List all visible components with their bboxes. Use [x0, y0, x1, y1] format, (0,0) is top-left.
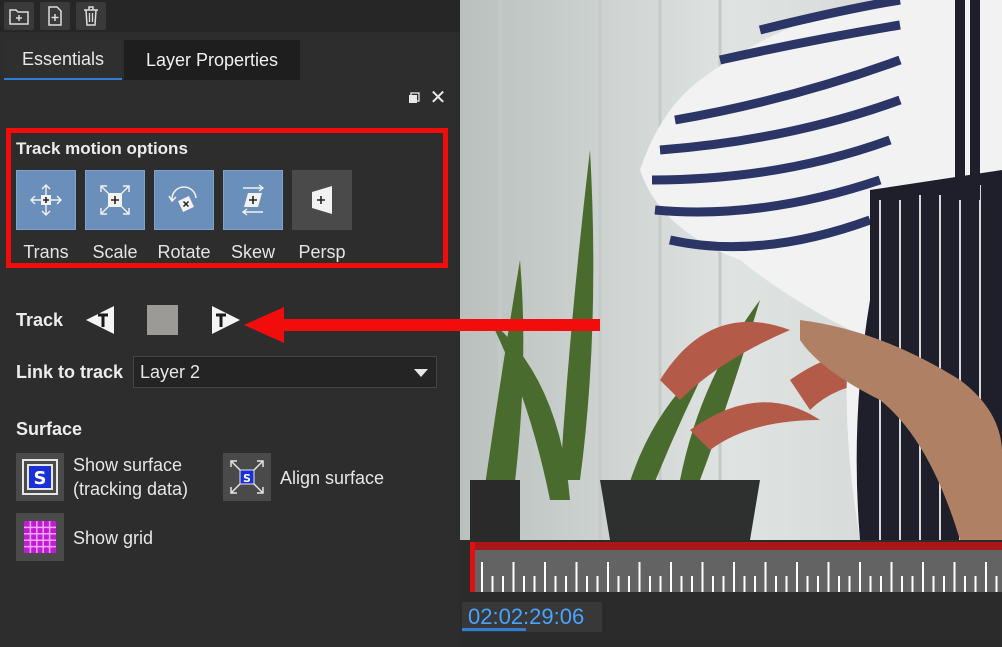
top-toolbar: [0, 0, 460, 32]
new-folder-icon: [9, 9, 29, 25]
new-file-icon: [48, 6, 62, 26]
align-surface-label[interactable]: Align surface: [280, 466, 384, 490]
trash-icon: [84, 6, 98, 26]
perspective-icon: [312, 186, 332, 214]
show-surface-text: Show surface: [73, 455, 183, 475]
scale-label: Scale: [92, 242, 138, 262]
rotate-button[interactable]: [154, 170, 214, 230]
new-folder-button[interactable]: [4, 2, 34, 30]
track-stop-button[interactable]: [147, 305, 178, 335]
timeline-ruler[interactable]: [470, 542, 1002, 592]
video-preview[interactable]: [460, 0, 1002, 540]
skew-button[interactable]: [223, 170, 283, 230]
track-label: Track: [16, 310, 64, 330]
timeline[interactable]: 02:02:29:06: [460, 540, 1002, 647]
svg-text:S: S: [34, 468, 47, 489]
video-frame-image: [460, 0, 1002, 540]
rotate-icon: [168, 186, 197, 212]
svg-text:S: S: [243, 472, 251, 485]
close-panel-icon[interactable]: ✕: [429, 88, 447, 108]
grid-icon: [24, 521, 56, 553]
dock-panel-icon[interactable]: [408, 92, 420, 104]
tab-layer-properties[interactable]: Layer Properties: [124, 40, 300, 80]
delete-button[interactable]: [76, 2, 106, 30]
track-forward-icon[interactable]: [208, 304, 242, 336]
surface-s-icon: S: [22, 459, 58, 495]
annotation-arrow: [244, 307, 600, 343]
new-file-button[interactable]: [40, 2, 70, 30]
skew-label: Skew: [230, 242, 275, 262]
perspective-button[interactable]: [292, 170, 352, 230]
surface-label: Surface: [16, 419, 83, 439]
track-backward-icon[interactable]: [84, 304, 118, 336]
link-to-track-value: Layer 2: [140, 362, 201, 382]
chevron-down-icon: [414, 369, 428, 377]
translate-label: Trans: [23, 242, 69, 262]
align-surface-button[interactable]: S: [223, 453, 271, 501]
translate-icon: [30, 184, 62, 216]
link-to-track-label: Link to track: [16, 362, 124, 382]
link-to-track-select[interactable]: Layer 2: [133, 356, 437, 388]
show-surface-button[interactable]: S: [16, 453, 64, 501]
show-surface-label[interactable]: Show surface (tracking data): [73, 453, 188, 501]
show-grid-label[interactable]: Show grid: [73, 526, 153, 550]
scale-button[interactable]: [85, 170, 145, 230]
show-grid-button[interactable]: [16, 513, 64, 561]
rotate-label: Rotate: [157, 242, 211, 262]
panel-tabs: Essentials Layer Properties: [0, 40, 460, 80]
tab-essentials[interactable]: Essentials: [4, 40, 122, 80]
track-motion-title: Track motion options: [16, 139, 188, 158]
translate-button[interactable]: [16, 170, 76, 230]
skew-icon: [241, 184, 265, 216]
show-surface-subtext: (tracking data): [73, 479, 189, 499]
scale-icon: [100, 185, 130, 215]
timecode-underline: [462, 628, 526, 631]
align-surface-icon: S: [230, 460, 264, 494]
perspective-label: Persp: [298, 242, 346, 262]
